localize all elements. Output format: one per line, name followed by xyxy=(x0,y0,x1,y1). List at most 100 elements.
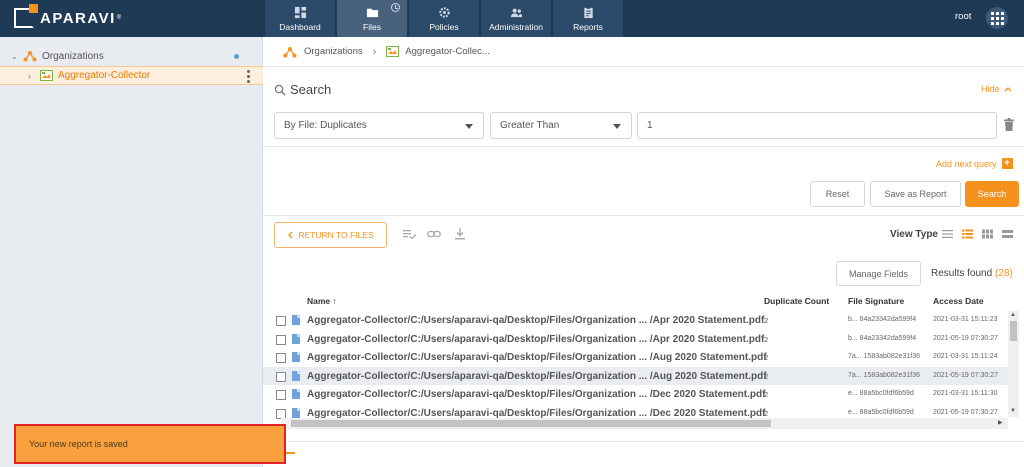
view-type-label: View Type xyxy=(890,229,938,240)
row-access-date: 2021-05-19 07:30:27 xyxy=(933,408,998,416)
row-checkbox[interactable] xyxy=(276,390,286,400)
chevron-left-icon xyxy=(288,231,293,239)
table-row[interactable]: Aggregator-Collector/C:/Users/aparavi-qa… xyxy=(263,366,1008,385)
list-view-icon[interactable] xyxy=(942,229,953,239)
link-icon[interactable] xyxy=(427,228,441,240)
row-name[interactable]: Aggregator-Collector/C:/Users/aparavi-qa… xyxy=(307,389,765,400)
user-name[interactable]: root xyxy=(955,11,971,22)
breadcrumb: Organizations › Aggregator-Collec... xyxy=(263,37,1024,67)
gear-icon xyxy=(438,6,450,18)
top-navbar: APARAVI ® Dashboard Files Policies Admin… xyxy=(0,0,1024,37)
row-duplicate-count: 2 xyxy=(764,408,769,418)
row-name[interactable]: Aggregator-Collector/C:/Users/aparavi-qa… xyxy=(307,334,764,345)
add-query-label: Add next query xyxy=(936,158,997,169)
detail-view-icon[interactable] xyxy=(962,229,973,239)
search-title-text: Search xyxy=(290,82,332,97)
plus-icon: + xyxy=(1001,158,1013,169)
tree-item-label: Aggregator-Collector xyxy=(58,70,151,81)
table-row[interactable]: Aggregator-Collector/C:/Users/aparavi-qa… xyxy=(263,385,1008,404)
tab-reports-label: Reports xyxy=(573,21,603,32)
apps-grid-icon[interactable] xyxy=(986,7,1008,29)
trash-icon[interactable] xyxy=(1004,118,1014,131)
compact-view-icon[interactable] xyxy=(1002,229,1013,239)
table-row[interactable]: Aggregator-Collector/C:/Users/aparavi-qa… xyxy=(263,404,1008,420)
column-duplicate-count[interactable]: Duplicate Count xyxy=(764,296,829,306)
clipboard-icon xyxy=(583,6,593,18)
logo-text: APARAVI xyxy=(40,9,116,27)
query-value-input[interactable] xyxy=(637,112,997,139)
breadcrumb-organizations[interactable]: Organizations xyxy=(304,46,363,57)
row-duplicate-count: 2 xyxy=(764,353,769,362)
scroll-right-arrow-icon[interactable]: ▶ xyxy=(998,419,1003,426)
tree-item-aggregator-collector[interactable]: › Aggregator-Collector xyxy=(0,66,263,85)
aparavi-logo[interactable]: APARAVI ® xyxy=(14,4,121,28)
breadcrumb-collector[interactable]: Aggregator-Collec... xyxy=(405,46,489,57)
row-checkbox[interactable] xyxy=(276,353,286,363)
row-file-signature: e... 88a5bc0fdf6b59d xyxy=(848,408,914,416)
more-options-icon[interactable] xyxy=(247,70,250,83)
tree-item-organizations[interactable]: ⌄ Organizations xyxy=(0,47,263,65)
reset-button[interactable]: Reset xyxy=(810,181,865,207)
download-icon[interactable] xyxy=(453,228,467,240)
tab-reports[interactable]: Reports xyxy=(553,0,623,37)
scrollbar-thumb[interactable] xyxy=(1010,321,1017,341)
row-name[interactable]: Aggregator-Collector/C:/Users/aparavi-qa… xyxy=(307,408,765,419)
chevron-down-icon[interactable]: ⌄ xyxy=(11,52,21,61)
query-field-select[interactable]: By File: Duplicates xyxy=(274,112,484,139)
row-access-date: 2021-05-19 07:30:27 xyxy=(933,334,998,342)
divider xyxy=(263,215,1024,216)
row-name[interactable]: Aggregator-Collector/C:/Users/aparavi-qa… xyxy=(307,315,764,326)
row-duplicate-count: 2 xyxy=(764,334,769,344)
return-to-files-button[interactable]: RETURN TO FILES xyxy=(274,222,387,248)
tab-files[interactable]: Files xyxy=(337,0,407,37)
row-name[interactable]: Aggregator-Collector/C:/Users/aparavi-qa… xyxy=(307,352,767,363)
table-row[interactable]: Aggregator-Collector/C:/Users/aparavi-qa… xyxy=(263,311,1008,330)
organization-icon xyxy=(283,46,297,57)
dropdown-arrow-icon xyxy=(465,124,473,129)
row-access-date: 2021-03-31 15:11:24 xyxy=(933,353,998,360)
row-duplicate-count: 2 xyxy=(764,390,769,399)
hide-search-link[interactable]: Hide xyxy=(981,84,1012,94)
grid-view-icon[interactable] xyxy=(982,229,993,239)
table-row[interactable]: Aggregator-Collector/C:/Users/aparavi-qa… xyxy=(263,348,1008,367)
row-checkbox[interactable] xyxy=(276,334,286,345)
tab-policies[interactable]: Policies xyxy=(409,0,479,37)
clock-icon[interactable] xyxy=(391,3,400,12)
divider xyxy=(263,441,1024,442)
pdf-file-icon xyxy=(292,315,300,325)
row-duplicate-count: 2 xyxy=(764,316,769,325)
scroll-up-arrow-icon[interactable]: ▲ xyxy=(1010,312,1016,318)
toast-notification: Your new report is saved xyxy=(14,424,286,464)
tab-administration[interactable]: Administration xyxy=(481,0,551,37)
column-name[interactable]: Name ↑ xyxy=(307,296,337,306)
sidebar-tree: ⌄ Organizations › Aggregator-Collector xyxy=(0,37,263,467)
row-checkbox[interactable] xyxy=(276,371,286,382)
add-next-query-link[interactable]: Add next query + xyxy=(936,158,1013,169)
select-list-icon[interactable] xyxy=(403,228,417,240)
manage-fields-button[interactable]: Manage Fields xyxy=(836,261,921,286)
row-name[interactable]: Aggregator-Collector/C:/Users/aparavi-qa… xyxy=(307,371,767,382)
horizontal-scrollbar[interactable]: ▶ xyxy=(281,418,1008,429)
table-row[interactable]: Aggregator-Collector/C:/Users/aparavi-qa… xyxy=(263,330,1008,349)
row-checkbox[interactable] xyxy=(276,408,286,419)
column-file-signature[interactable]: File Signature xyxy=(848,296,904,306)
toast-message: Your new report is saved xyxy=(29,439,128,449)
row-file-signature: e... 88a5bc0fdf6b59d xyxy=(848,390,914,397)
scroll-down-arrow-icon[interactable]: ▼ xyxy=(1010,408,1016,414)
column-access-date[interactable]: Access Date xyxy=(933,296,984,306)
hide-label: Hide xyxy=(981,84,1000,94)
results-table-header: Name ↑ Duplicate Count File Signature Ac… xyxy=(263,292,1015,310)
chevron-right-icon[interactable]: › xyxy=(28,71,40,81)
save-as-report-button[interactable]: Save as Report xyxy=(870,181,961,207)
row-access-date: 2021-03-31 15:11:23 xyxy=(933,316,998,323)
search-button[interactable]: Search xyxy=(965,181,1019,207)
tab-files-label: Files xyxy=(363,21,381,32)
scrollbar-thumb[interactable] xyxy=(291,420,771,427)
results-table-body: Aggregator-Collector/C:/Users/aparavi-qa… xyxy=(263,311,1008,419)
row-file-signature: 7a... 1583ab082e31f36 xyxy=(848,353,921,360)
vertical-scrollbar[interactable]: ▲ ▼ xyxy=(1008,311,1019,417)
row-checkbox[interactable] xyxy=(276,316,286,326)
tab-dashboard[interactable]: Dashboard xyxy=(265,0,335,37)
divider xyxy=(263,146,1024,147)
query-operator-select[interactable]: Greater Than xyxy=(490,112,632,139)
